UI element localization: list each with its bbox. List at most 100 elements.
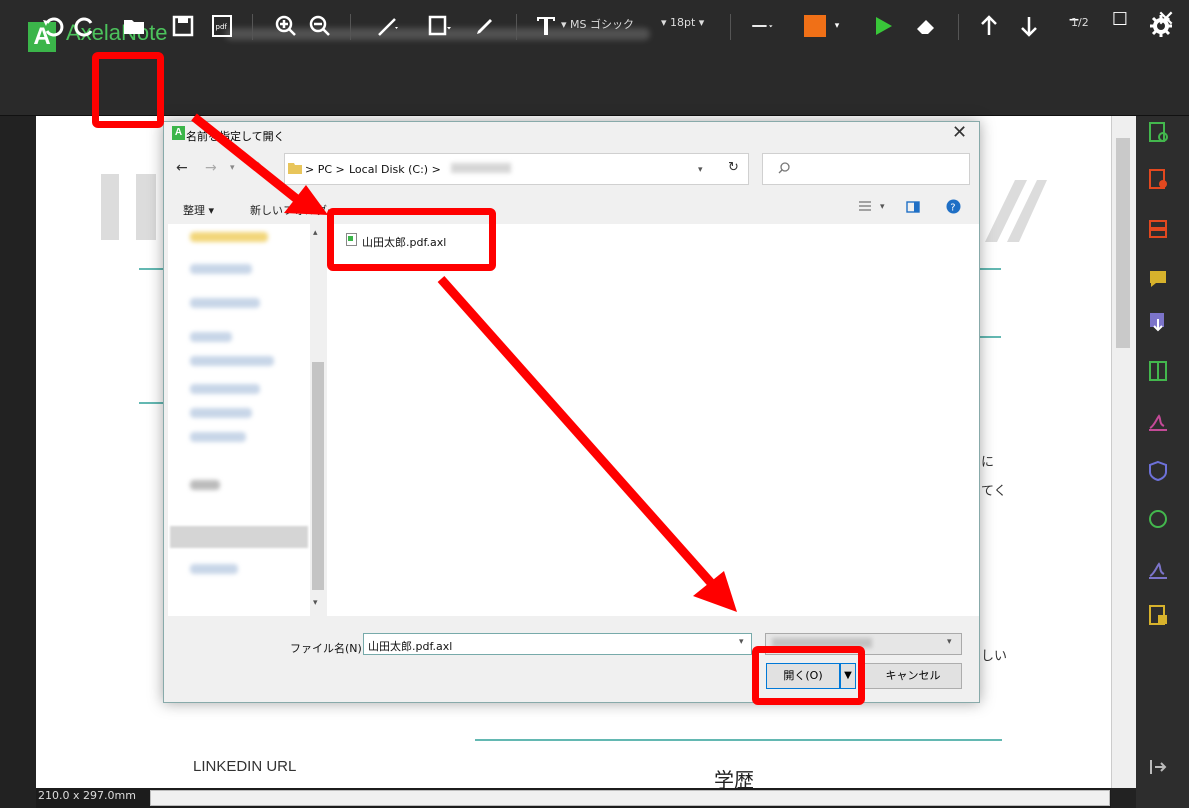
navigation-pane[interactable] — [168, 224, 311, 616]
undo-button[interactable] — [40, 10, 66, 42]
file-name-label: ファイル名(N): — [290, 642, 366, 655]
nav-scroll-down[interactable]: ▾ — [313, 598, 318, 608]
pen-tool-button[interactable] — [472, 10, 498, 42]
divider-line — [139, 402, 164, 404]
nav-item-blurred[interactable] — [190, 564, 238, 574]
arrow-up-icon — [981, 15, 997, 35]
maximize-button[interactable]: ☐ — [1094, 0, 1146, 44]
search-input[interactable] — [762, 153, 970, 185]
arrow-down-icon — [1021, 17, 1037, 37]
nav-item-blurred[interactable] — [190, 480, 220, 490]
color-dropdown-arrow[interactable]: ▾ — [830, 10, 844, 42]
preview-pane-icon[interactable] — [906, 200, 920, 214]
organize-button[interactable]: 整理 ▾ — [183, 202, 214, 218]
delete-page-icon[interactable] — [1147, 168, 1169, 190]
nav-item-blurred[interactable] — [190, 264, 252, 274]
zoom-out-button[interactable] — [306, 10, 334, 42]
nav-scroll-up[interactable]: ▴ — [313, 228, 318, 238]
nav-item-blurred[interactable] — [190, 384, 260, 394]
zoom-in-icon — [275, 15, 296, 36]
svg-text:pdf: pdf — [216, 23, 228, 31]
file-name-input[interactable]: 山田太郎.pdf.axl — [363, 633, 752, 655]
play-button[interactable] — [870, 10, 896, 42]
vertical-scroll-thumb[interactable] — [1116, 138, 1130, 348]
handwrite-icon[interactable] — [1147, 558, 1169, 580]
document-export-icon[interactable] — [1147, 604, 1169, 626]
horizontal-scrollbar[interactable] — [150, 790, 1110, 806]
form-icon[interactable] — [1147, 360, 1169, 382]
import-page-icon[interactable] — [1147, 310, 1169, 332]
decorative-bar — [136, 174, 156, 240]
breadcrumb-local-disk[interactable]: Local Disk (C:) > — [349, 163, 441, 176]
dialog-close-button[interactable]: ✕ — [952, 122, 967, 143]
nav-item-blurred[interactable] — [190, 408, 252, 418]
eraser-button[interactable] — [912, 10, 940, 42]
forward-button[interactable]: → — [205, 160, 217, 176]
refresh-button[interactable]: ↻ — [728, 160, 739, 175]
breadcrumb-folder-blurred[interactable] — [451, 163, 511, 173]
view-options-icon[interactable] — [858, 200, 872, 214]
highlight-file-item — [327, 208, 496, 271]
collapse-panel-icon[interactable] — [1147, 756, 1169, 778]
zoom-in-button[interactable] — [272, 10, 300, 42]
gear-icon — [1150, 15, 1172, 37]
stroke-width-icon — [752, 25, 773, 28]
document-text-fragment: てく — [981, 484, 1007, 499]
cancel-button[interactable]: キャンセル — [864, 663, 962, 689]
toolbar-separator — [350, 14, 351, 40]
back-button[interactable]: ← — [176, 160, 188, 176]
up-button[interactable]: ↑ — [252, 160, 264, 176]
rectangle-tool-button[interactable] — [420, 10, 460, 42]
font-select[interactable]: ▾ MS ゴシック — [561, 16, 634, 32]
recent-locations-button[interactable]: ▾ — [230, 163, 235, 173]
save-button[interactable] — [170, 10, 196, 42]
toolbar-separator — [730, 14, 731, 40]
nav-item-selected[interactable] — [170, 526, 308, 548]
redo-icon — [74, 17, 93, 37]
page-size-readout: 210.0 x 297.0mm — [38, 789, 136, 802]
page-counter: 1/2 — [1071, 16, 1089, 29]
file-list-pane[interactable] — [327, 224, 979, 616]
comment-icon[interactable] — [1147, 268, 1169, 290]
add-page-icon[interactable] — [1147, 121, 1169, 143]
eraser-icon — [917, 20, 934, 34]
line-icon — [378, 18, 398, 36]
nav-item-blurred[interactable] — [190, 432, 246, 442]
text-icon — [537, 17, 555, 35]
rectangle-icon — [428, 15, 451, 36]
nav-item-blurred[interactable] — [190, 232, 268, 242]
previous-page-button[interactable] — [976, 10, 1002, 42]
new-folder-button[interactable]: 新しいフォルダー — [250, 202, 338, 218]
layout-icon[interactable] — [1147, 218, 1169, 240]
text-tool-button[interactable] — [534, 10, 558, 42]
file-type-dropdown-arrow[interactable]: ▾ — [947, 637, 952, 647]
shield-icon[interactable] — [1147, 460, 1169, 482]
export-pdf-button[interactable]: pdf — [208, 10, 236, 42]
decorative-bar — [101, 174, 119, 240]
address-dropdown-arrow[interactable]: ▾ — [698, 165, 703, 175]
settings-button[interactable] — [1148, 10, 1174, 42]
divider-line — [979, 268, 1001, 270]
nav-item-blurred[interactable] — [190, 298, 260, 308]
color-swatch-icon — [804, 15, 826, 37]
folder-icon — [288, 163, 302, 174]
open-folder-button[interactable] — [118, 10, 150, 42]
help-icon[interactable]: ? — [946, 199, 961, 214]
signature-icon[interactable] — [1147, 410, 1169, 432]
nav-item-blurred[interactable] — [190, 332, 232, 342]
breadcrumb-pc[interactable]: > PC > — [305, 163, 345, 176]
redo-button[interactable] — [72, 10, 98, 42]
stroke-width-button[interactable] — [740, 10, 786, 42]
decorative-stripes — [985, 180, 1047, 242]
file-name-dropdown[interactable]: ▾ — [739, 637, 744, 647]
document-text-fragment: しい — [981, 649, 1008, 664]
next-page-button[interactable] — [1016, 10, 1042, 42]
app-window: A AxelaNote – ☐ ✕ pdf ▾ MS ゴシック ▾ 18pt ▾ — [0, 0, 1189, 808]
navigation-scroll-thumb[interactable] — [312, 362, 324, 590]
view-options-dropdown[interactable]: ▾ — [880, 202, 885, 212]
font-size-select[interactable]: ▾ 18pt ▾ — [661, 16, 704, 29]
nav-item-blurred[interactable] — [190, 356, 274, 366]
line-tool-button[interactable] — [368, 10, 408, 42]
stamp-icon[interactable] — [1147, 508, 1169, 530]
color-picker-button[interactable] — [800, 10, 830, 42]
